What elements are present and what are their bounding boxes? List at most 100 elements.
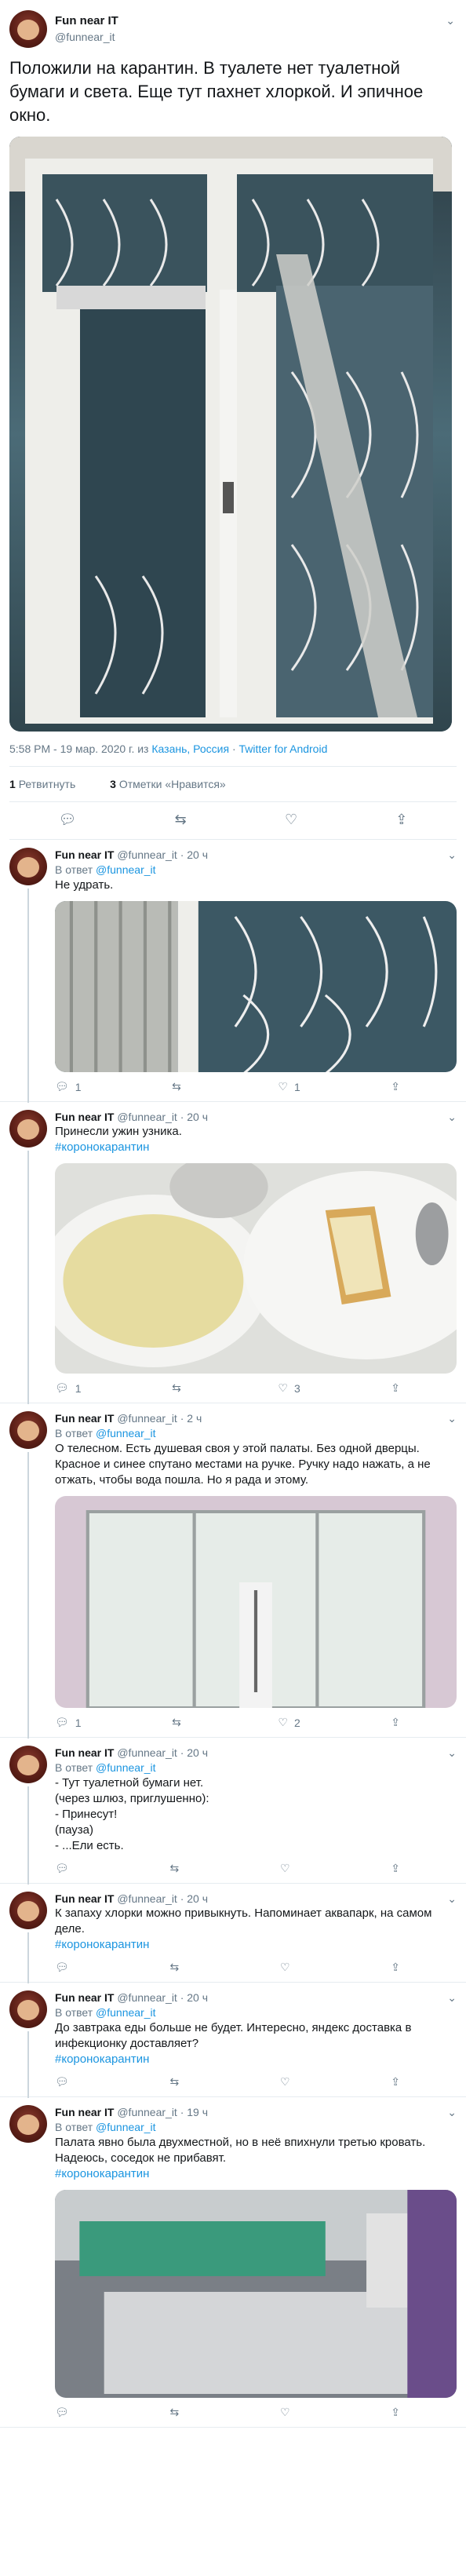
like-action[interactable]: ♡ (280, 1862, 297, 1875)
avatar[interactable] (9, 1746, 47, 1783)
reply-image[interactable] (55, 1163, 457, 1374)
chevron-down-icon[interactable]: ⌄ (446, 14, 455, 27)
like-action[interactable]: ♡ (280, 2075, 297, 2089)
reply-tweet[interactable]: Fun near IT @funnear_it · 2 ч ⌄ В ответ @f… (0, 1403, 466, 1739)
display-name[interactable]: Fun near IT (55, 1111, 114, 1123)
reply-tweet[interactable]: Fun near IT @funnear_it · 19 ч ⌄ В ответ @… (0, 2097, 466, 2428)
like-action[interactable]: ♡ (280, 2406, 297, 2419)
share-action[interactable]: ⇪ (391, 1716, 400, 1729)
share-action[interactable]: ⇪ (391, 2406, 400, 2419)
reply-tweet[interactable]: Fun near IT @funnear_it · 20 ч ⌄ К запаху … (0, 1884, 466, 1983)
reply-tweet[interactable]: Fun near IT @funnear_it · 20 ч ⌄ Принесли … (0, 1102, 466, 1404)
tweet-source-link[interactable]: Twitter for Android (239, 743, 328, 755)
hashtag-link[interactable]: #коронокарантин (55, 2166, 457, 2182)
reply-action[interactable]: 💬︎ 1 (55, 1080, 82, 1093)
like-action[interactable]: ♡ 1 (278, 1080, 300, 1093)
share-action[interactable]: ⇪ (391, 1080, 400, 1093)
reply-action[interactable]: 💬︎ (55, 2075, 75, 2089)
chevron-down-icon[interactable]: ⌄ (447, 848, 457, 862)
retweet-action[interactable]: ⇆ (172, 1381, 187, 1395)
like-icon[interactable]: ♡ (285, 812, 297, 828)
retweet-icon[interactable]: ⇆ (175, 812, 187, 828)
share-action[interactable]: ⇪ (391, 1381, 400, 1395)
avatar[interactable] (9, 1990, 47, 2028)
reply-icon[interactable]: 💬︎ (59, 812, 77, 828)
reply-image[interactable] (55, 1496, 457, 1708)
retweets-stat[interactable]: 1 Ретвитнуть (9, 778, 91, 790)
tweet-image-window[interactable] (9, 137, 452, 732)
reply-actions: 💬︎ 1 ⇆ ♡ 2 ⇪ (55, 1716, 400, 1729)
user-handle[interactable]: @funnear_it (117, 1892, 177, 1905)
reply-to-link[interactable]: @funnear_it (96, 2006, 155, 2019)
share-action[interactable]: ⇪ (391, 2075, 400, 2089)
tweet-timestamp[interactable]: 5:58 PM - 19 мар. 2020 г. из (9, 743, 151, 755)
avatar[interactable] (9, 2105, 47, 2143)
reply-to-link[interactable]: @funnear_it (96, 2121, 155, 2133)
reply-time[interactable]: · 20 ч (180, 1111, 208, 1123)
hashtag-link[interactable]: #коронокарантин (55, 1937, 457, 1953)
retweet-action[interactable]: ⇆ (172, 1080, 187, 1093)
user-handle[interactable]: @funnear_it (55, 29, 118, 45)
chevron-down-icon[interactable]: ⌄ (447, 1892, 457, 1906)
user-handle[interactable]: @funnear_it (117, 2106, 177, 2118)
display-name[interactable]: Fun near IT (55, 13, 118, 29)
reply-to-link[interactable]: @funnear_it (96, 1427, 155, 1439)
display-name[interactable]: Fun near IT (55, 1991, 114, 2004)
reply-action[interactable]: 💬︎ (55, 2406, 75, 2419)
hashtag-link[interactable]: #коронокарантин (55, 1140, 457, 1155)
avatar[interactable] (9, 1110, 47, 1148)
reply-action[interactable]: 💬︎ 1 (55, 1716, 82, 1729)
display-name[interactable]: Fun near IT (55, 1412, 114, 1425)
reply-image[interactable] (55, 2190, 457, 2398)
retweet-action[interactable]: ⇆ (170, 2075, 186, 2089)
share-action[interactable]: ⇪ (391, 1961, 400, 1974)
chevron-down-icon[interactable]: ⌄ (447, 1110, 457, 1124)
retweet-action[interactable]: ⇆ (172, 1716, 187, 1729)
reply-image[interactable] (55, 901, 457, 1072)
avatar[interactable] (9, 10, 47, 48)
user-handle[interactable]: @funnear_it (117, 1991, 177, 2004)
display-name[interactable]: Fun near IT (55, 848, 114, 861)
share-icon[interactable]: ⇪ (395, 812, 407, 828)
reply-time[interactable]: · 2 ч (180, 1412, 202, 1425)
reply-tweet[interactable]: Fun near IT @funnear_it · 20 ч ⌄ В ответ @… (0, 1983, 466, 2098)
retweet-action[interactable]: ⇆ (170, 1862, 186, 1875)
like-action[interactable]: ♡ 3 (278, 1381, 300, 1395)
retweet-action[interactable]: ⇆ (170, 2406, 186, 2419)
share-icon: ⇪ (391, 2075, 400, 2088)
reply-action[interactable]: 💬︎ (55, 1961, 75, 1974)
avatar[interactable] (9, 1411, 47, 1449)
user-handle[interactable]: @funnear_it (117, 1111, 177, 1123)
display-name[interactable]: Fun near IT (55, 1892, 114, 1905)
reply-to-link[interactable]: @funnear_it (96, 1761, 155, 1774)
chevron-down-icon[interactable]: ⌄ (447, 1411, 457, 1425)
chevron-down-icon[interactable]: ⌄ (447, 2105, 457, 2119)
reply-action[interactable]: 💬︎ (55, 1862, 75, 1875)
chevron-down-icon[interactable]: ⌄ (447, 1990, 457, 2005)
like-action[interactable]: ♡ (280, 1961, 297, 1974)
retweet-action[interactable]: ⇆ (170, 1961, 186, 1974)
user-handle[interactable]: @funnear_it (117, 1746, 177, 1759)
display-name[interactable]: Fun near IT (55, 2106, 114, 2118)
like-action[interactable]: ♡ 2 (278, 1716, 300, 1729)
reply-to-link[interactable]: @funnear_it (96, 863, 155, 876)
avatar[interactable] (9, 848, 47, 885)
user-names[interactable]: Fun near IT @funnear_it (55, 13, 118, 45)
display-name[interactable]: Fun near IT (55, 1746, 114, 1759)
reply-time[interactable]: · 20 ч (180, 1991, 208, 2004)
reply-time[interactable]: · 19 ч (180, 2106, 208, 2118)
reply-tweet[interactable]: Fun near IT @funnear_it · 20 ч ⌄ В ответ @… (0, 1738, 466, 1885)
avatar[interactable] (9, 1892, 47, 1929)
chevron-down-icon[interactable]: ⌄ (447, 1746, 457, 1760)
reply-tweet[interactable]: Fun near IT @funnear_it · 20 ч ⌄ В ответ @… (0, 840, 466, 1103)
hashtag-link[interactable]: #коронокарантин (55, 2052, 457, 2067)
likes-stat[interactable]: 3 Отметки «Нравится» (110, 778, 242, 790)
user-handle[interactable]: @funnear_it (117, 1412, 177, 1425)
reply-time[interactable]: · 20 ч (180, 1746, 208, 1759)
tweet-location-link[interactable]: Казань, Россия (151, 743, 229, 755)
user-handle[interactable]: @funnear_it (117, 848, 177, 861)
reply-action[interactable]: 💬︎ 1 (55, 1381, 82, 1395)
reply-time[interactable]: · 20 ч (180, 1892, 208, 1905)
share-action[interactable]: ⇪ (391, 1862, 400, 1875)
reply-time[interactable]: · 20 ч (180, 848, 208, 861)
